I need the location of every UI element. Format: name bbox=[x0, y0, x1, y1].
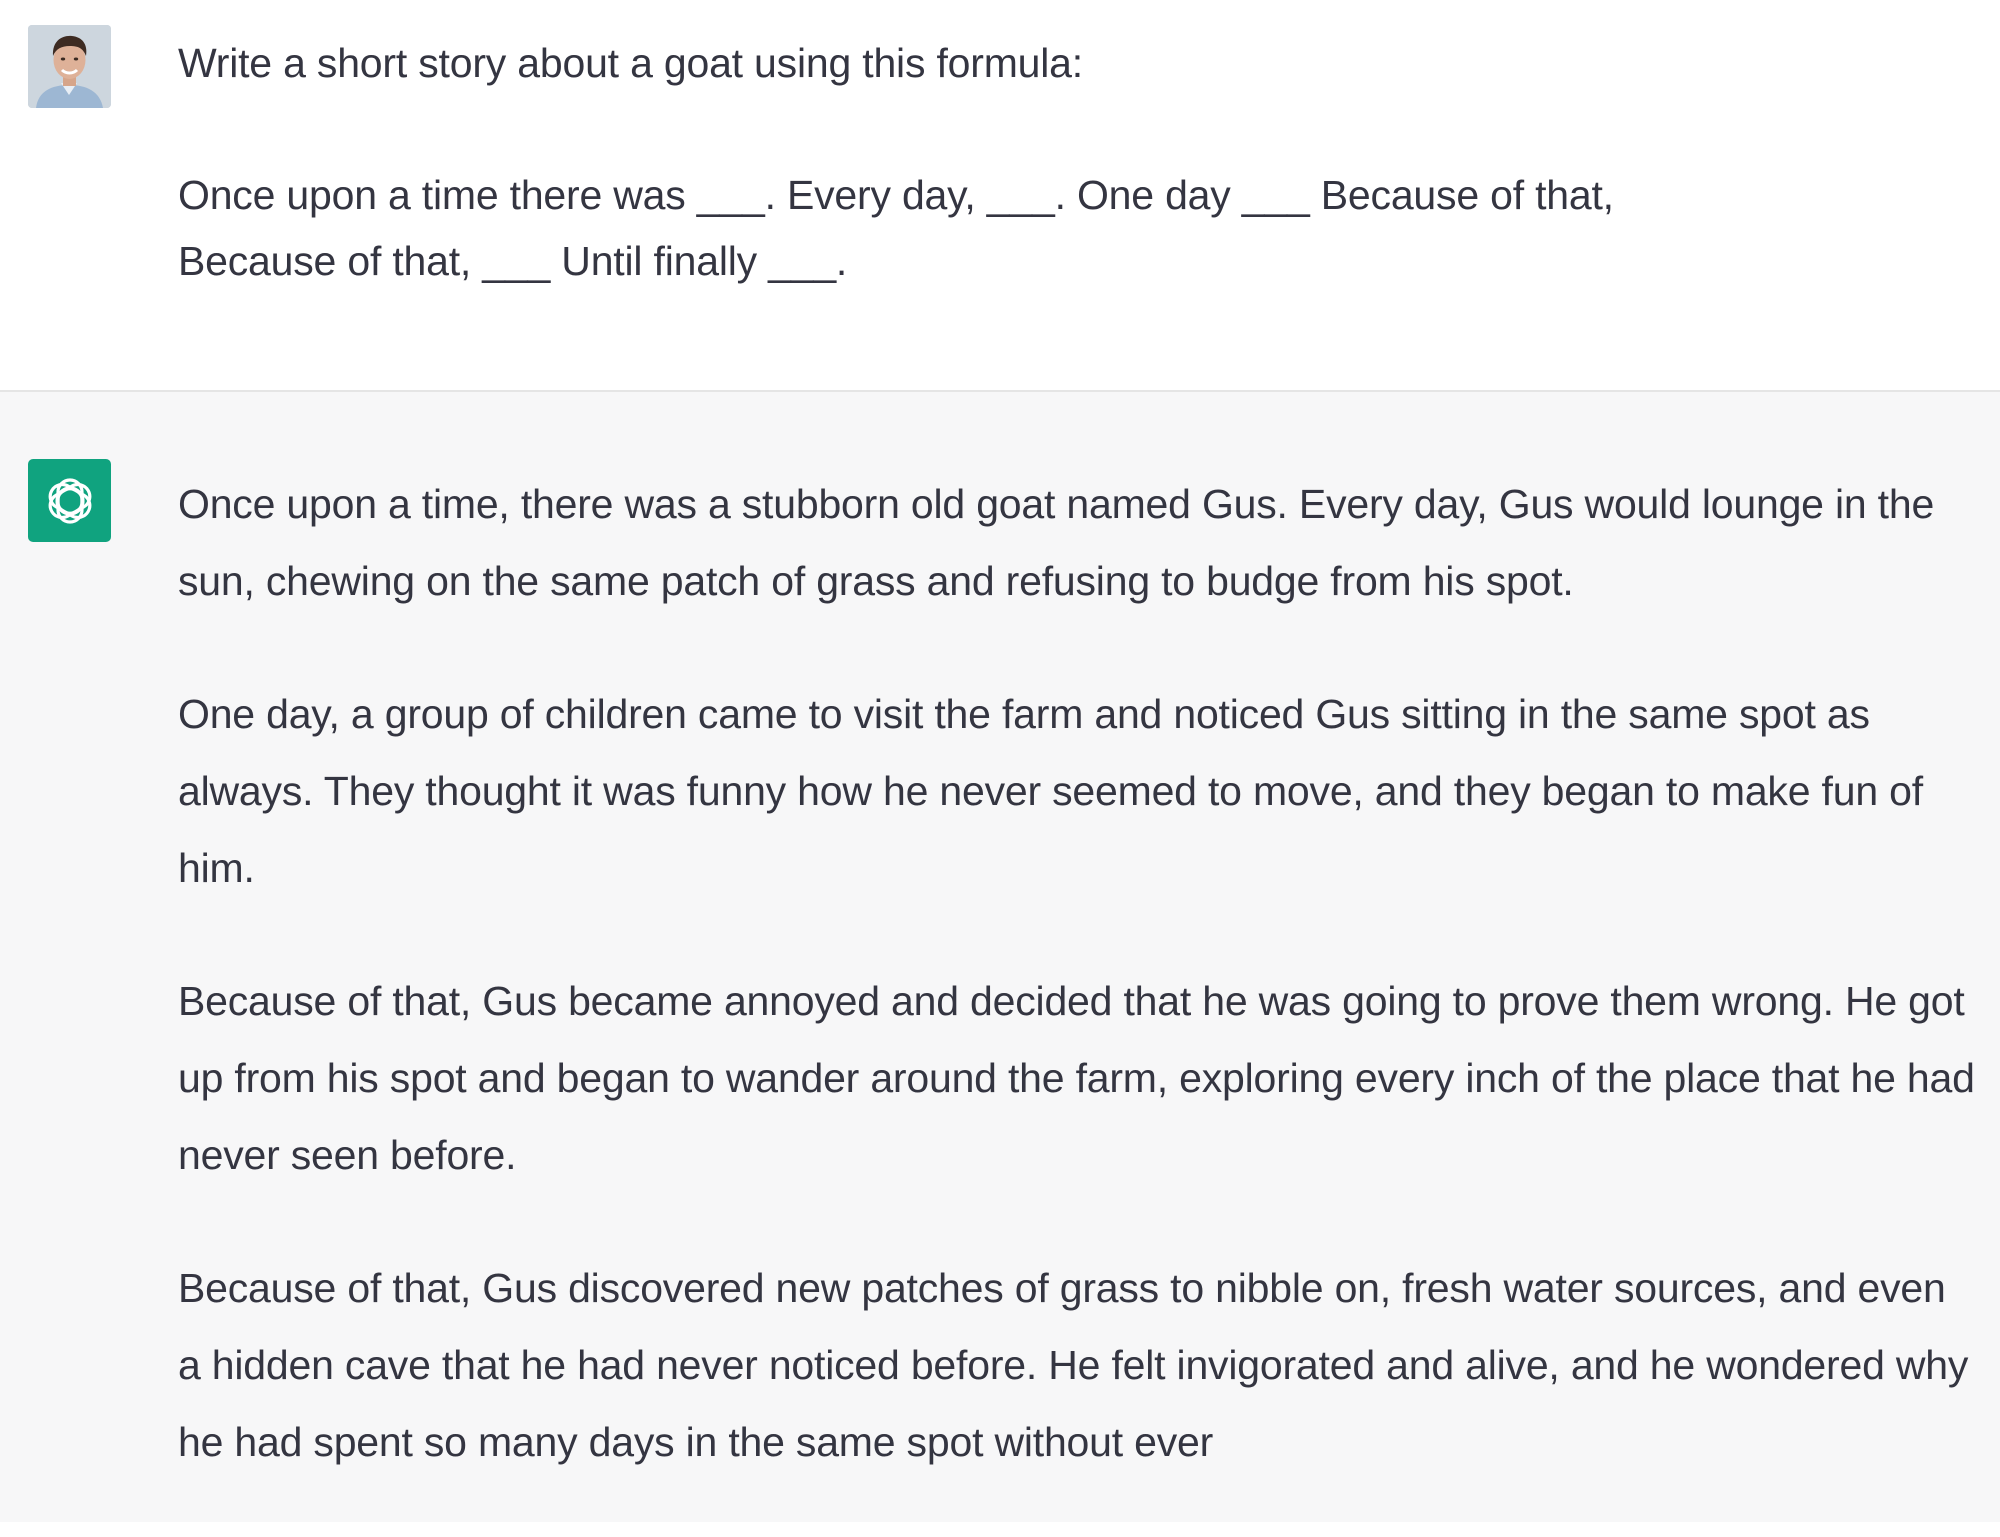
assistant-paragraph-4: Because of that, Gus discovered new patc… bbox=[178, 1265, 1969, 1465]
user-avatar-icon bbox=[28, 25, 111, 108]
user-message-turn: Write a short story about a goat using t… bbox=[0, 0, 2000, 390]
assistant-paragraph-1: Once upon a time, there was a stubborn o… bbox=[178, 481, 1935, 604]
user-message-line-2: Once upon a time there was ___. Every da… bbox=[178, 172, 1614, 218]
assistant-message-turn: Once upon a time, there was a stubborn o… bbox=[0, 392, 2000, 1522]
user-avatar-photo bbox=[28, 25, 111, 108]
user-message-line-1: Write a short story about a goat using t… bbox=[178, 40, 1083, 86]
chatgpt-logo-icon bbox=[28, 459, 111, 542]
user-message-text: Write a short story about a goat using t… bbox=[178, 30, 1978, 294]
user-message-line-3: Because of that, ___ Until finally ___. bbox=[178, 238, 848, 284]
assistant-message-text: Once upon a time, there was a stubborn o… bbox=[178, 466, 1978, 1537]
assistant-paragraph-3: Because of that, Gus became annoyed and … bbox=[178, 978, 1975, 1178]
assistant-paragraph-2: One day, a group of children came to vis… bbox=[178, 691, 1923, 891]
openai-knot-icon bbox=[48, 477, 91, 524]
